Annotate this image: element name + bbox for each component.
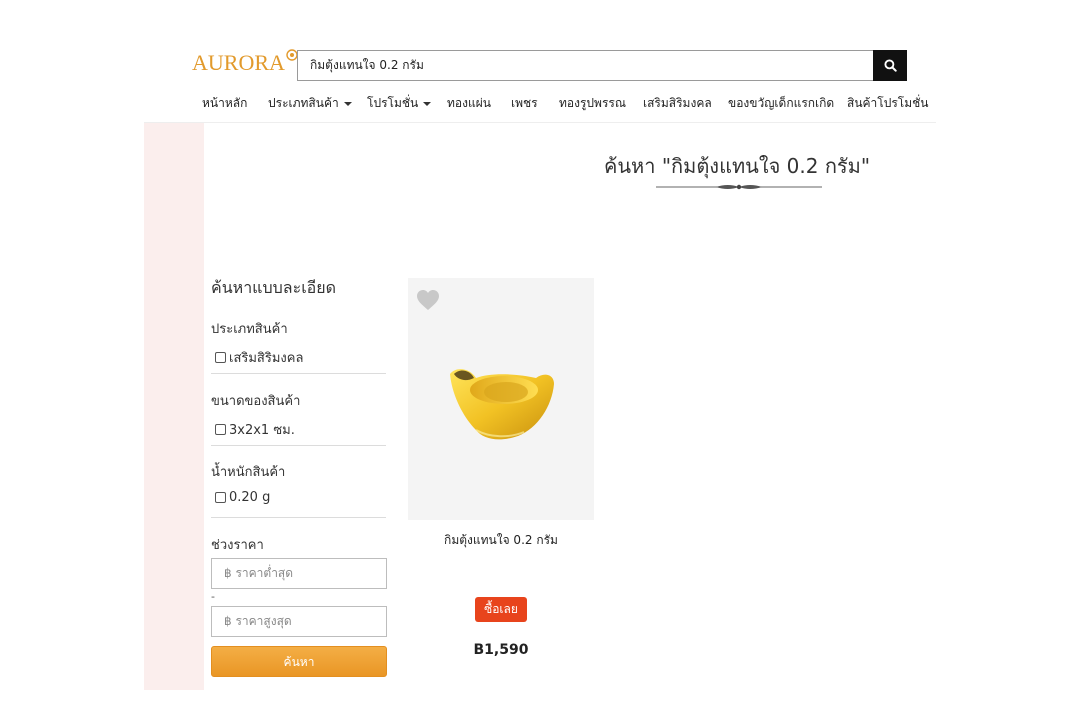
nav-item-promo-products[interactable]: สินค้าโปรโมชั่น bbox=[847, 94, 929, 113]
checkbox[interactable] bbox=[215, 352, 226, 363]
filter-checkbox-weight[interactable]: 0.20 g bbox=[215, 490, 270, 505]
gold-ingot-image bbox=[450, 369, 554, 440]
nav-label: หน้าหลัก bbox=[202, 96, 248, 110]
nav-item-newborn-gifts[interactable]: ของขวัญเด็กแรกเกิด bbox=[728, 94, 834, 113]
nav-label: ประเภทสินค้า bbox=[268, 96, 339, 110]
nav-item-promotions[interactable]: โปรโมชั่น bbox=[367, 94, 432, 113]
filter-label-type: ประเภทสินค้า bbox=[211, 322, 288, 337]
checkbox-label: เสริมสิริมงคล bbox=[229, 351, 304, 366]
logo[interactable]: AURORA bbox=[192, 49, 298, 77]
nav-label: ทองรูปพรรณ bbox=[559, 96, 626, 110]
caret-down-icon bbox=[343, 101, 352, 106]
search-input[interactable]: กิมตุ้งแทนใจ 0.2 กรัม bbox=[297, 50, 873, 81]
filter-heading: ค้นหาแบบละเอียด bbox=[211, 278, 337, 297]
nav-divider bbox=[144, 122, 936, 123]
buy-now-button[interactable]: ซื้อเลย bbox=[475, 597, 527, 622]
heart-icon[interactable] bbox=[416, 289, 440, 311]
nav-label: ทองแผ่น bbox=[447, 96, 491, 110]
nav-item-gold-jewelry[interactable]: ทองรูปพรรณ bbox=[559, 94, 626, 113]
nav-item-product-types[interactable]: ประเภทสินค้า bbox=[268, 94, 352, 113]
nav-item-gold-sheet[interactable]: ทองแผ่น bbox=[447, 94, 491, 113]
search-button[interactable] bbox=[873, 50, 907, 81]
filter-search-button[interactable]: ค้นหา bbox=[211, 646, 387, 677]
checkbox-label: 0.20 g bbox=[229, 490, 271, 505]
product-name[interactable]: กิมตุ้งแทนใจ 0.2 กรัม bbox=[408, 531, 594, 550]
checkbox[interactable] bbox=[215, 424, 226, 435]
filter-checkbox-auspicious[interactable]: เสริมสิริมงคล bbox=[215, 347, 303, 368]
nav-item-diamond[interactable]: เพชร bbox=[511, 94, 538, 113]
checkbox[interactable] bbox=[215, 492, 226, 503]
min-price-input[interactable]: ฿ ราคาต่ำสุด bbox=[211, 558, 387, 589]
filter-label-weight: น้ำหนักสินค้า bbox=[211, 465, 286, 480]
filter-label-size: ขนาดของสินค้า bbox=[211, 394, 301, 409]
filter-separator bbox=[211, 373, 386, 374]
nav-label: โปรโมชั่น bbox=[367, 96, 419, 110]
search-icon bbox=[883, 59, 897, 72]
filter-label-price: ช่วงราคา bbox=[211, 538, 264, 553]
checkbox-label: 3x2x1 ซม. bbox=[229, 423, 295, 438]
nav-label: สินค้าโปรโมชั่น bbox=[847, 96, 929, 110]
filter-checkbox-size[interactable]: 3x2x1 ซม. bbox=[215, 419, 295, 440]
divider-ornament-icon bbox=[656, 184, 822, 190]
nav-item-auspicious[interactable]: เสริมสิริมงคล bbox=[643, 94, 712, 113]
price-range-separator: - bbox=[211, 590, 215, 603]
nav-label: ของขวัญเด็กแรกเกิด bbox=[728, 96, 835, 110]
product-price: B1,590 bbox=[473, 642, 529, 658]
filter-separator bbox=[211, 445, 386, 446]
nav-label: เพชร bbox=[511, 96, 538, 110]
nav-item-home[interactable]: หน้าหลัก bbox=[202, 94, 247, 113]
side-banner bbox=[144, 123, 204, 690]
nav-label: เสริมสิริมงคล bbox=[643, 96, 712, 110]
max-price-input[interactable]: ฿ ราคาสูงสุด bbox=[211, 606, 387, 637]
logo-text: AURORA bbox=[192, 50, 285, 75]
filter-separator bbox=[211, 517, 386, 518]
page-title: ค้นหา "กิมตุ้งแทนใจ 0.2 กรัม" bbox=[604, 154, 871, 178]
caret-down-icon bbox=[423, 101, 432, 106]
